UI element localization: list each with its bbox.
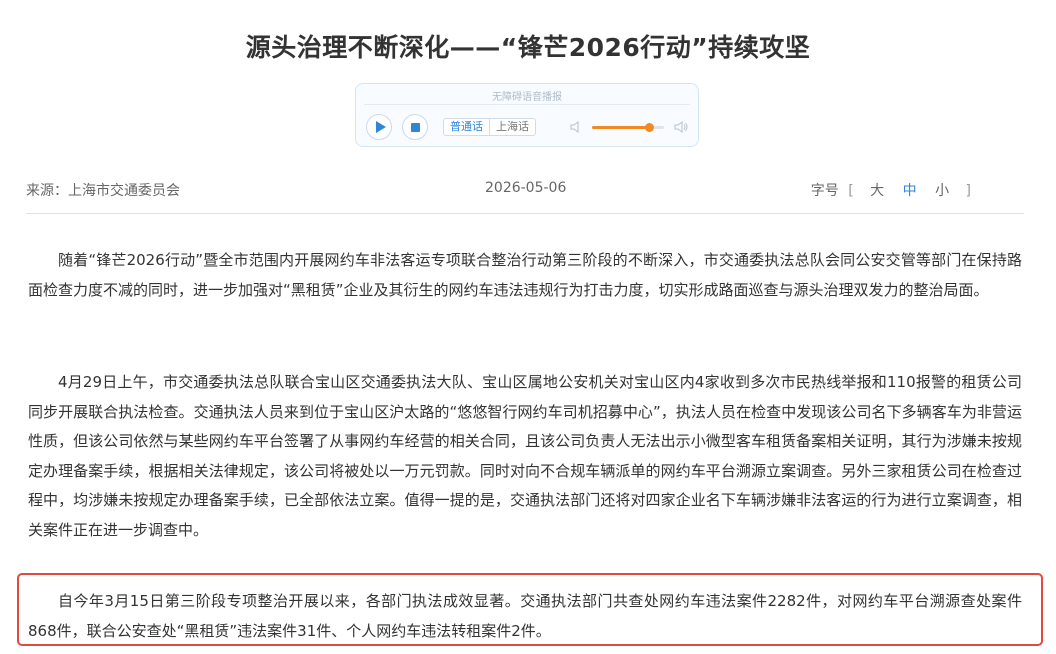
article-paragraph-2: 4月29日上午，市交通委执法总队联合宝山区交通委执法大队、宝山区属地公安机关对宝… <box>28 373 1022 539</box>
font-size-control: 字号 [ 大 中 小 ] <box>811 180 976 200</box>
font-size-bracket-open: [ <box>848 183 854 199</box>
article-source: 来源：上海市交通委员会 <box>26 183 180 199</box>
language-selector: 普通话 上海话 <box>443 118 536 136</box>
font-size-bracket-close: ] <box>965 183 971 199</box>
play-button[interactable] <box>366 114 392 140</box>
volume-slider-handle[interactable] <box>645 123 655 132</box>
volume-slider[interactable] <box>592 123 664 132</box>
article-title: 源头治理不断深化——“锋芒2026行动”持续攻坚 <box>245 33 811 62</box>
stop-button[interactable] <box>402 114 428 140</box>
article-paragraph-1: 随着“锋芒2026行动”暨全市范围内开展网约车非法客运专项联合整治行动第三阶段的… <box>28 251 1022 299</box>
player-label: 无障碍语音播报 <box>492 92 562 103</box>
font-size-medium[interactable]: 中 <box>903 183 917 199</box>
player-divider <box>364 104 690 105</box>
stop-icon <box>411 123 420 132</box>
volume-high-icon[interactable] <box>674 121 688 133</box>
lang-mandarin-button[interactable]: 普通话 <box>444 119 489 135</box>
font-size-small[interactable]: 小 <box>935 183 949 199</box>
volume-slider-fill <box>592 126 650 129</box>
font-size-label: 字号 <box>810 183 839 199</box>
volume-low-icon[interactable] <box>570 121 584 133</box>
play-icon <box>376 121 386 133</box>
audio-player: 无障碍语音播报 普通话 上海话 <box>355 83 699 147</box>
meta-divider <box>26 213 1024 214</box>
article-meta: 来源：上海市交通委员会 2026-05-06 字号 [ 大 中 小 ] <box>26 180 1024 202</box>
font-size-large[interactable]: 大 <box>870 183 884 199</box>
lang-shanghainese-button[interactable]: 上海话 <box>489 119 535 135</box>
article-date: 2026-05-06 <box>485 180 567 196</box>
article-paragraph-3: 自今年3月15日第三阶段专项整治开展以来，各部门执法成效显著。交通执法部门共查处… <box>28 592 1022 640</box>
